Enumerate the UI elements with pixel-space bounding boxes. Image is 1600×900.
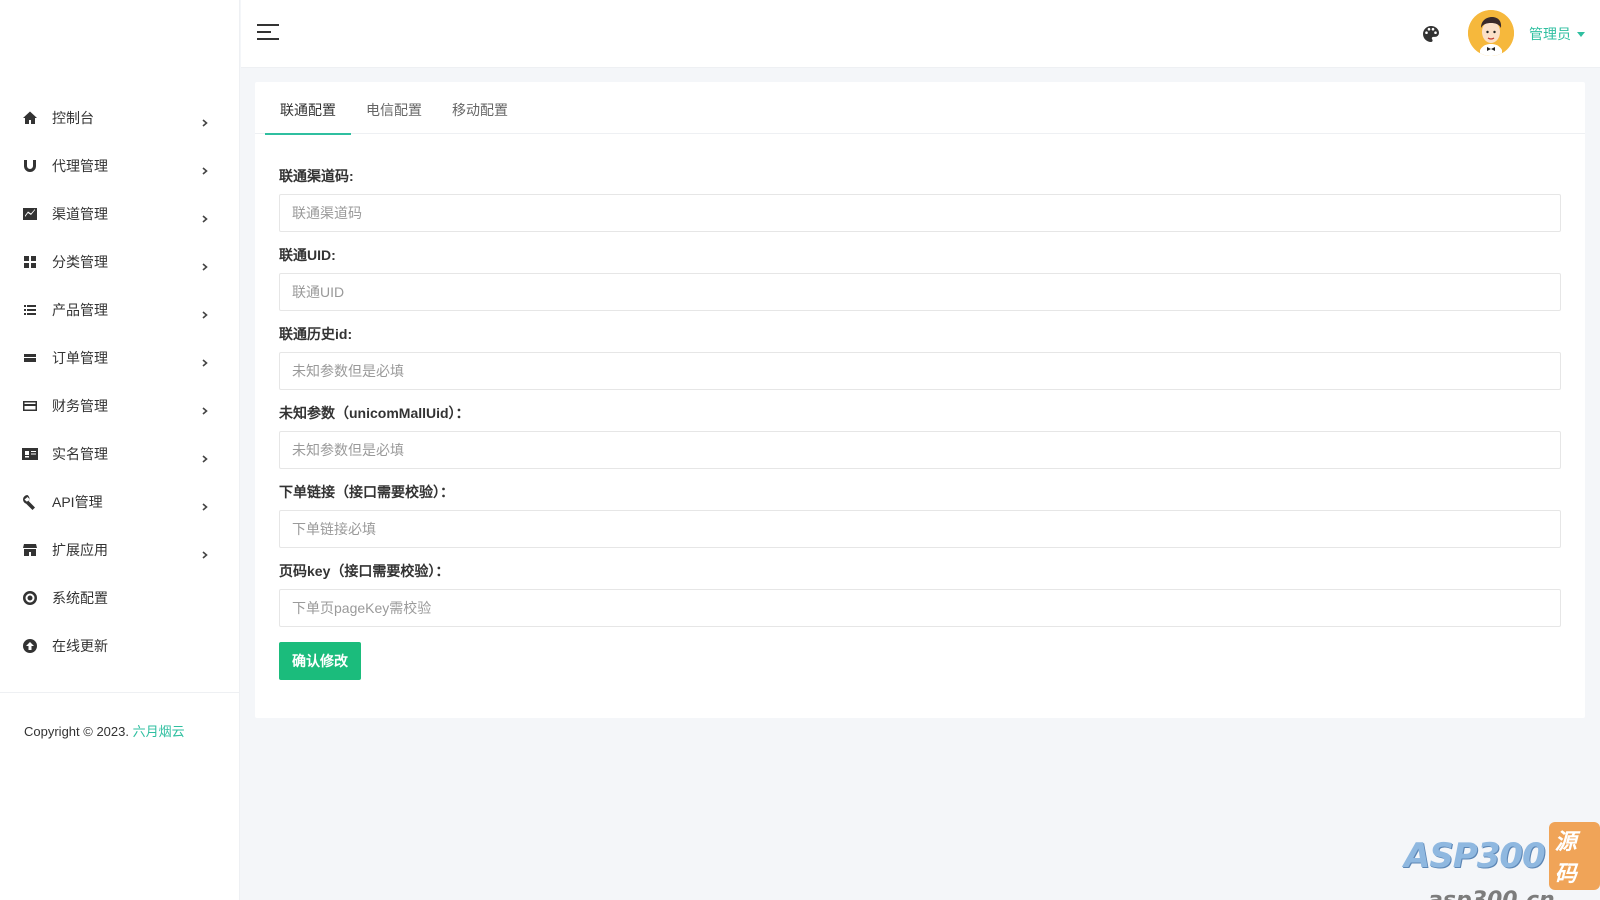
copyright-link[interactable]: 六月烟云 xyxy=(133,724,185,739)
sidebar-item-realname[interactable]: 实名管理 xyxy=(0,430,239,478)
sidebar-item-label: 实名管理 xyxy=(52,446,108,462)
sidebar-item-dashboard[interactable]: 控制台 xyxy=(0,94,239,142)
field-label: 联通UID: xyxy=(279,247,336,263)
copyright: Copyright © 2023. 六月烟云 xyxy=(0,693,239,768)
watermark-logo: ASP300 源码 xyxy=(1404,822,1600,890)
watermark: ASP300 源码 asp300.cn xyxy=(1404,822,1600,900)
field-history-id: 联通历史id: xyxy=(279,324,1561,390)
chevron-right-icon xyxy=(201,210,209,223)
user-name: 管理员 xyxy=(1529,26,1571,42)
chevron-right-icon xyxy=(201,258,209,271)
sidebar-item-label: 在线更新 xyxy=(52,638,108,654)
chart-icon xyxy=(22,206,38,222)
sidebar-item-label: 渠道管理 xyxy=(52,206,108,222)
sidebar-item-api[interactable]: API管理 xyxy=(0,478,239,526)
chevron-right-icon xyxy=(201,450,209,463)
avatar[interactable] xyxy=(1468,10,1514,56)
unicom-config-form: 联通渠道码: 联通UID: 联通历史id: 未知参数（unicomMallUid… xyxy=(255,134,1585,680)
page-key-input[interactable] xyxy=(279,589,1561,627)
card-icon xyxy=(22,398,38,414)
field-label: 联通历史id: xyxy=(279,326,353,342)
sidebar-item-system[interactable]: 系统配置 xyxy=(0,574,239,622)
sidebar-item-label: 代理管理 xyxy=(52,158,108,174)
tab-unicom[interactable]: 联通配置 xyxy=(265,82,351,135)
field-mall-uid: 未知参数（unicomMallUid）： xyxy=(279,403,1561,469)
caret-down-icon xyxy=(1577,31,1585,37)
settings-icon xyxy=(22,590,38,606)
top-header: 管理员 xyxy=(241,0,1600,68)
tab-mobile[interactable]: 移动配置 xyxy=(437,82,523,134)
config-card: 联通配置 电信配置 移动配置 联通渠道码: 联通UID: 联通历史id: 未知参… xyxy=(255,82,1585,718)
id-card-icon xyxy=(22,446,38,462)
wrench-icon xyxy=(22,494,38,510)
sidebar-item-orders[interactable]: 订单管理 xyxy=(0,334,239,382)
user-menu[interactable]: 管理员 xyxy=(1529,24,1585,44)
sidebar-item-update[interactable]: 在线更新 xyxy=(0,622,239,670)
sidebar-item-agents[interactable]: 代理管理 xyxy=(0,142,239,190)
watermark-badge: 源码 xyxy=(1548,822,1600,890)
list-icon xyxy=(22,302,38,318)
field-label: 页码key（接口需要校验）： xyxy=(279,563,450,579)
sidebar-item-label: 控制台 xyxy=(52,110,94,126)
sidebar-item-label: 订单管理 xyxy=(52,350,108,366)
tab-telecom[interactable]: 电信配置 xyxy=(351,82,437,134)
chevron-right-icon xyxy=(201,306,209,319)
mall-uid-input[interactable] xyxy=(279,431,1561,469)
palette-icon[interactable] xyxy=(1421,24,1441,44)
sidebar-item-label: 扩展应用 xyxy=(52,542,108,558)
home-icon xyxy=(22,110,38,126)
chevron-right-icon xyxy=(201,546,209,559)
sidebar-item-extensions[interactable]: 扩展应用 xyxy=(0,526,239,574)
sidebar-item-products[interactable]: 产品管理 xyxy=(0,286,239,334)
chevron-right-icon xyxy=(201,498,209,511)
field-label: 联通渠道码: xyxy=(279,168,354,184)
chevron-right-icon xyxy=(201,354,209,367)
magnet-icon xyxy=(22,158,38,174)
sidebar-item-channels[interactable]: 渠道管理 xyxy=(0,190,239,238)
field-label: 未知参数（unicomMallUid）： xyxy=(279,405,470,421)
field-uid: 联通UID: xyxy=(279,245,1561,311)
store-icon xyxy=(22,542,38,558)
logo-area xyxy=(0,0,239,88)
copyright-text: Copyright © 2023. xyxy=(24,724,129,739)
uid-input[interactable] xyxy=(279,273,1561,311)
order-icon xyxy=(22,350,38,366)
order-link-input[interactable] xyxy=(279,510,1561,548)
chevron-right-icon xyxy=(201,114,209,127)
menu-toggle-icon[interactable] xyxy=(257,24,279,42)
field-page-key: 页码key（接口需要校验）： xyxy=(279,561,1561,627)
history-id-input[interactable] xyxy=(279,352,1561,390)
grid-icon xyxy=(22,254,38,270)
tab-bar: 联通配置 电信配置 移动配置 xyxy=(255,82,1585,135)
sidebar-item-finance[interactable]: 财务管理 xyxy=(0,382,239,430)
channel-code-input[interactable] xyxy=(279,194,1561,232)
sidebar-item-label: 财务管理 xyxy=(52,398,108,414)
sidebar-item-label: 产品管理 xyxy=(52,302,108,318)
chevron-right-icon xyxy=(201,402,209,415)
field-order-link: 下单链接（接口需要校验）： xyxy=(279,482,1561,548)
watermark-brand: ASP300 xyxy=(1404,836,1546,876)
sidebar-nav: 控制台 代理管理 渠道管理 分类管理 产品管理 订单管理 财务管理 实名管理 A… xyxy=(0,88,239,670)
sidebar-item-label: 系统配置 xyxy=(52,590,108,606)
confirm-button[interactable]: 确认修改 xyxy=(279,642,361,680)
chevron-right-icon xyxy=(201,162,209,175)
field-label: 下单链接（接口需要校验）： xyxy=(279,484,454,500)
field-channel-code: 联通渠道码: xyxy=(279,166,1561,232)
upload-icon xyxy=(22,638,38,654)
sidebar-item-label: 分类管理 xyxy=(52,254,108,270)
sidebar-item-categories[interactable]: 分类管理 xyxy=(0,238,239,286)
sidebar-item-label: API管理 xyxy=(52,494,103,510)
sidebar: 控制台 代理管理 渠道管理 分类管理 产品管理 订单管理 财务管理 实名管理 A… xyxy=(0,0,240,900)
